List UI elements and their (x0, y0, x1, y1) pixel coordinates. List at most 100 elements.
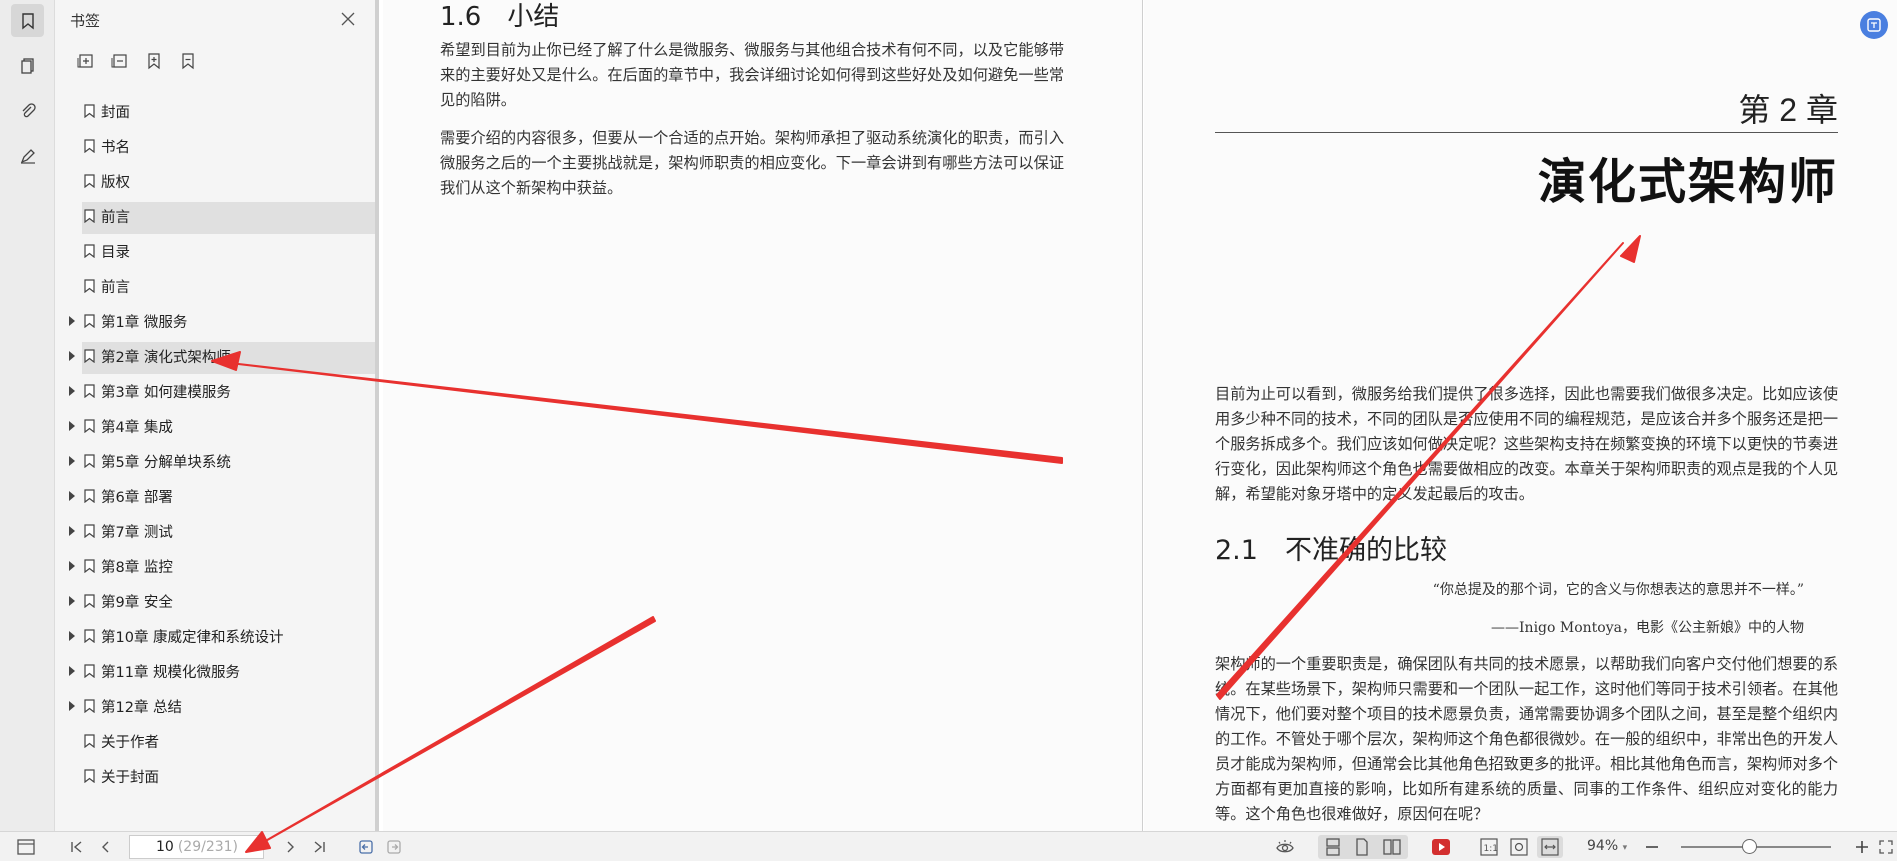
section-heading: 2.1 不准确的比较 (1215, 535, 1447, 566)
expand-caret-icon[interactable] (69, 561, 75, 571)
bookmark-item[interactable]: 前言 (55, 268, 375, 303)
expand-caret-icon[interactable] (69, 386, 75, 396)
single-page-icon[interactable] (1349, 836, 1375, 858)
forward-icon[interactable] (383, 836, 405, 858)
bookmark-item[interactable]: 版权 (55, 163, 375, 198)
bookmark-icon (84, 699, 95, 713)
bookmark-icon (84, 419, 95, 433)
bookmark-label: 第11章 规模化微服务 (101, 665, 241, 681)
bookmark-item[interactable]: 第10章 康威定律和系统设计 (55, 618, 375, 653)
bookmark-label: 封面 (101, 105, 130, 121)
bookmark-item[interactable]: 第6章 部署 (55, 478, 375, 513)
expand-all-icon[interactable] (75, 50, 97, 72)
bookmark-item[interactable]: 第8章 监控 (55, 548, 375, 583)
bookmark-label: 第1章 微服务 (101, 315, 188, 331)
status-bar: 10 (29/231) 1:1 94% ▾ (0, 831, 1897, 861)
bookmark-icon (84, 209, 95, 223)
translate-icon[interactable] (1860, 11, 1888, 39)
expand-caret-icon[interactable] (69, 526, 75, 536)
left-tool-rail (0, 0, 55, 831)
eye-care-icon[interactable] (1272, 836, 1298, 858)
expand-caret-icon[interactable] (69, 596, 75, 606)
zoom-slider-thumb[interactable] (1742, 839, 1757, 854)
continuous-view-icon[interactable] (1320, 836, 1346, 858)
expand-caret-icon[interactable] (69, 351, 75, 361)
expand-caret-icon[interactable] (69, 631, 75, 641)
bookmark-icon (84, 524, 95, 538)
paragraph: 架构师的一个重要职责是，确保团队有共同的技术愿景，以帮助我们向客户交付他们想要的… (1215, 656, 1838, 823)
bookmark-panel-title: 书签 (70, 12, 101, 30)
bookmark-label: 前言 (101, 210, 130, 226)
next-page-icon[interactable] (279, 836, 301, 858)
bookmark-item[interactable]: 关于作者 (55, 723, 375, 758)
bookmark-icon (84, 454, 95, 468)
zoom-value: 94% (1587, 838, 1619, 854)
page-number-input[interactable]: 10 (29/231) (129, 835, 264, 859)
bookmark-icon (84, 349, 95, 363)
close-icon[interactable] (337, 8, 359, 30)
expand-caret-icon[interactable] (69, 491, 75, 501)
epigraph-source: ——Inigo Montoya，电影《公主新娘》中的人物 (1491, 620, 1804, 636)
fit-page-icon[interactable] (1507, 836, 1531, 858)
prev-page-icon[interactable] (95, 836, 117, 858)
bookmark-item[interactable]: 第4章 集成 (55, 408, 375, 443)
bookmark-panel-icon[interactable] (11, 4, 44, 37)
add-bookmark-icon[interactable] (143, 50, 165, 72)
bookmark-item[interactable]: 第7章 测试 (55, 513, 375, 548)
signature-icon[interactable] (11, 139, 44, 172)
fullscreen-icon[interactable] (1877, 836, 1895, 858)
fit-width-icon[interactable] (1537, 836, 1563, 858)
bookmark-label: 第6章 部署 (101, 490, 173, 506)
back-icon[interactable] (355, 836, 377, 858)
page-total: (29/231) (177, 839, 239, 855)
bookmark-panel: 书签 封面 书名 版权 前言 目录 前言 第1章 微服务 第2章 演化式架构师 第3章 如何建模… (55, 0, 379, 831)
collapse-all-icon[interactable] (109, 50, 131, 72)
expand-caret-icon[interactable] (69, 421, 75, 431)
bookmark-label: 第3章 如何建模服务 (101, 385, 231, 401)
epigraph-quote: “你总提及的那个词，它的含义与你想表达的意思并不一样。” (1432, 582, 1804, 598)
zoom-out-icon[interactable] (1642, 836, 1662, 858)
thumbnails-icon[interactable] (11, 49, 44, 82)
bookmark-label: 第7章 测试 (101, 525, 173, 541)
bookmark-label: 关于封面 (101, 770, 159, 786)
bookmark-icon (84, 664, 95, 678)
bookmark-item[interactable]: 第3章 如何建模服务 (55, 373, 375, 408)
bookmark-item[interactable]: 封面 (55, 93, 375, 128)
bookmark-item[interactable]: 前言 (55, 198, 375, 234)
two-page-icon[interactable] (1378, 836, 1406, 858)
last-page-icon[interactable] (308, 836, 330, 858)
bookmark-item[interactable]: 第5章 分解单块系统 (55, 443, 375, 478)
bookmark-item[interactable]: 目录 (55, 233, 375, 268)
bookmark-icon (84, 139, 95, 153)
bookmark-label: 版权 (101, 175, 130, 191)
bookmark-label: 书名 (101, 140, 130, 156)
expand-caret-icon[interactable] (69, 316, 75, 326)
bookmark-item[interactable]: 第1章 微服务 (55, 303, 375, 338)
zoom-level[interactable]: 94% ▾ (1587, 838, 1627, 854)
bookmark-item[interactable]: 第11章 规模化微服务 (55, 653, 375, 688)
pdf-reader-app: 书签 封面 书名 版权 前言 目录 前言 第1章 微服务 第2章 演化式架构师 第3章 如何建模… (0, 0, 1897, 861)
bookmark-icon (84, 279, 95, 293)
paragraph: 需要介绍的内容很多，但要从一个合适的点开始。架构师承担了驱动系统演化的职责，而引… (440, 130, 1064, 197)
toggle-sidebar-icon[interactable] (14, 836, 38, 858)
bookmark-item[interactable]: 关于封面 (55, 758, 375, 793)
first-page-icon[interactable] (66, 836, 88, 858)
bookmark-icon (84, 314, 95, 328)
bookmark-item[interactable]: 第2章 演化式架构师 (55, 338, 375, 374)
zoom-in-icon[interactable] (1852, 836, 1872, 858)
bookmark-label: 第12章 总结 (101, 700, 183, 716)
page-right: 第 2 章 演化式架构师 目前为止可以看到，微服务给我们提供了很多选择，因此也需… (1144, 0, 1897, 831)
document-view[interactable]: 1.6 小结 希望到目前为止你已经了解了什么是微服务、微服务与其他组合技术有何不… (383, 0, 1897, 831)
attachment-icon[interactable] (11, 94, 44, 127)
play-icon[interactable] (1428, 836, 1454, 858)
bookmark-item[interactable]: 第9章 安全 (55, 583, 375, 618)
expand-caret-icon[interactable] (69, 666, 75, 676)
remove-bookmark-icon[interactable] (177, 50, 199, 72)
expand-caret-icon[interactable] (69, 701, 75, 711)
expand-caret-icon[interactable] (69, 456, 75, 466)
bookmark-item[interactable]: 书名 (55, 128, 375, 163)
bookmark-item[interactable]: 第12章 总结 (55, 688, 375, 723)
bookmark-icon (84, 559, 95, 573)
bookmark-label: 第10章 康威定律和系统设计 (101, 630, 284, 646)
actual-size-icon[interactable]: 1:1 (1477, 836, 1501, 858)
